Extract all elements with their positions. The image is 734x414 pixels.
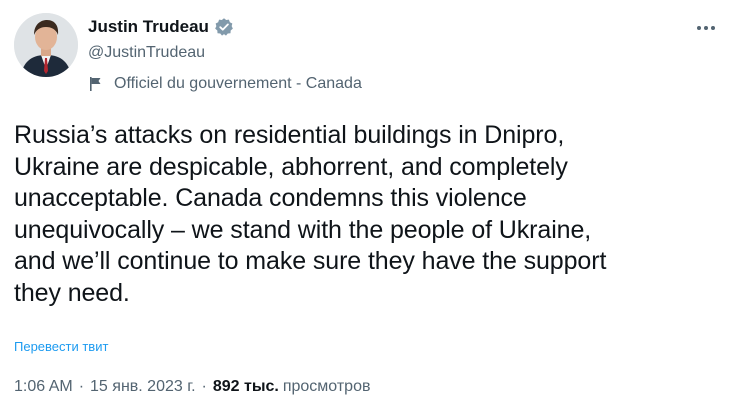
- views-count[interactable]: 892 тыс.: [213, 378, 279, 396]
- tweet-meta: 1:06 AM · 15 янв. 2023 г. · 892 тыс. про…: [14, 378, 370, 396]
- government-label[interactable]: Officiel du gouvernement - Canada: [88, 73, 362, 95]
- tweet-time[interactable]: 1:06 AM: [14, 378, 73, 396]
- flag-icon: [88, 76, 104, 92]
- avatar-image: [14, 13, 78, 77]
- avatar[interactable]: [14, 13, 78, 77]
- name-row: Justin Trudeau: [88, 15, 362, 39]
- tweet-date[interactable]: 15 янв. 2023 г.: [90, 378, 196, 396]
- meta-separator: ·: [78, 378, 85, 395]
- tweet-card: Justin Trudeau @JustinTrudeau Officiel d…: [0, 0, 734, 414]
- verified-badge-icon: [214, 17, 234, 37]
- views-label: просмотров: [282, 378, 371, 395]
- meta-separator: ·: [201, 378, 207, 395]
- tweet-text: Russia’s attacks on residential building…: [14, 121, 607, 307]
- translate-tweet-link[interactable]: Перевести твит: [14, 339, 108, 354]
- government-label-text: Officiel du gouvernement - Canada: [114, 75, 362, 92]
- handle[interactable]: @JustinTrudeau: [88, 42, 362, 64]
- author-block: Justin Trudeau @JustinTrudeau Officiel d…: [88, 15, 362, 95]
- more-horizontal-icon[interactable]: [694, 18, 718, 38]
- display-name[interactable]: Justin Trudeau: [88, 17, 209, 37]
